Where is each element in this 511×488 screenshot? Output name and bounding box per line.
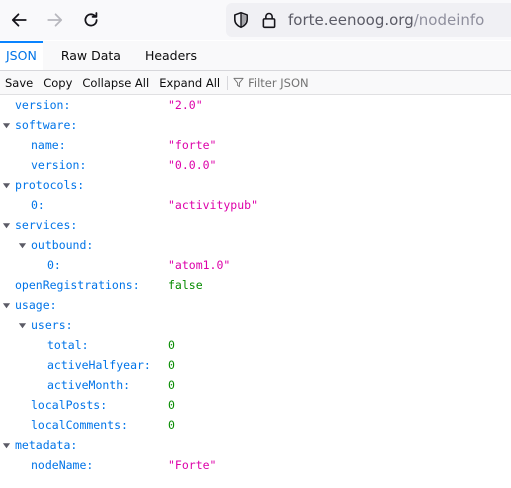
json-value: "0.0.0" [168,158,217,172]
json-key: version: [15,98,71,112]
expand-toggle[interactable] [0,175,12,195]
tree-row[interactable]: localPosts: 0 [0,395,511,415]
chevron-down-icon [2,442,10,448]
forward-button[interactable] [39,4,71,36]
expand-toggle[interactable] [0,215,12,235]
expand-toggle[interactable] [16,315,28,335]
tree-row[interactable]: localComments: 0 [0,415,511,435]
reload-icon [84,12,98,27]
json-value: "atom1.0" [168,258,231,272]
chevron-down-icon [18,242,26,248]
tree-row[interactable]: nodeName: "Forte" [0,455,511,475]
filter-icon [233,77,244,88]
json-key: metadata: [15,438,78,452]
tab-raw-data[interactable]: Raw Data [55,41,127,70]
chevron-down-icon [2,222,10,228]
tree-row-expandable[interactable]: metadata: [0,435,511,455]
json-key: total: [47,338,89,352]
tracking-protection-shield-icon[interactable] [232,11,250,29]
collapse-all-button[interactable]: Collapse All [77,76,154,90]
tree-row-expandable[interactable]: software: [0,115,511,135]
tree-row[interactable]: openRegistrations: false [0,275,511,295]
json-key: usage: [15,298,57,312]
json-value: 0 [168,398,175,412]
tab-json[interactable]: JSON [0,41,43,70]
tree-row[interactable]: version: "0.0.0" [0,155,511,175]
json-value: "2.0" [168,98,203,112]
browser-navbar: forte.eenoog.org/nodeinfo [0,0,511,40]
json-key: localComments: [31,418,128,432]
back-button[interactable] [3,4,35,36]
json-value: "activitypub" [168,198,259,212]
tree-row-expandable[interactable]: outbound: [0,235,511,255]
back-arrow-icon [11,13,27,27]
json-key: outbound: [31,238,94,252]
expand-toggle[interactable] [0,295,12,315]
json-key: services: [15,218,78,232]
json-key: protocols: [15,178,85,192]
json-value: "forte" [168,138,217,152]
tree-row[interactable]: name: "forte" [0,135,511,155]
json-key: nodeName: [31,458,94,472]
url-bar[interactable]: forte.eenoog.org/nodeinfo [226,3,511,37]
save-button[interactable]: Save [0,76,38,90]
tree-row-expandable[interactable]: users: [0,315,511,335]
json-value: 0 [168,358,175,372]
json-key: software: [15,118,78,132]
json-tree: version: "2.0" software: name: "forte" versio… [0,95,511,475]
tree-row[interactable]: version: "2.0" [0,95,511,115]
forward-arrow-icon [47,13,63,27]
chevron-down-icon [2,302,10,308]
toolbar-divider [227,75,229,90]
json-key: name: [31,138,66,152]
json-toolbar: Save Copy Collapse All Expand All Filter… [0,71,511,95]
expand-toggle[interactable] [0,435,12,455]
url-path: /nodeinfo [413,11,485,29]
json-key: localPosts: [31,398,108,412]
url-host: forte.eenoog.org [288,11,414,29]
filter-json-input[interactable]: Filter JSON [233,75,309,90]
tree-row-expandable[interactable]: protocols: [0,175,511,195]
json-key: openRegistrations: [15,278,140,292]
copy-button[interactable]: Copy [38,76,77,90]
tree-row[interactable]: activeHalfyear: 0 [0,355,511,375]
tree-row-expandable[interactable]: usage: [0,295,511,315]
tree-row-expandable[interactable]: services: [0,215,511,235]
json-key: activeMonth: [47,378,131,392]
json-viewer-tabs: JSON Raw Data Headers [0,41,511,71]
lock-icon[interactable] [260,11,278,29]
url-text[interactable]: forte.eenoog.org/nodeinfo [288,11,484,29]
json-key: 0: [47,258,61,272]
reload-button[interactable] [75,4,107,36]
tab-headers[interactable]: Headers [139,41,203,70]
chevron-down-icon [18,322,26,328]
expand-toggle[interactable] [0,115,12,135]
tree-row[interactable]: total: 0 [0,335,511,355]
chevron-down-icon [2,122,10,128]
json-key: 0: [31,198,45,212]
json-value: 0 [168,338,175,352]
json-value: "Forte" [168,458,217,472]
json-value: false [168,278,203,292]
json-key: version: [31,158,87,172]
tree-row[interactable]: 0: "atom1.0" [0,255,511,275]
expand-all-button[interactable]: Expand All [154,76,225,90]
filter-placeholder: Filter JSON [248,75,309,90]
json-value: 0 [168,378,175,392]
tree-row[interactable]: 0: "activitypub" [0,195,511,215]
json-key: activeHalfyear: [47,358,151,372]
expand-toggle[interactable] [16,235,28,255]
chevron-down-icon [2,182,10,188]
json-value: 0 [168,418,175,432]
tree-row[interactable]: activeMonth: 0 [0,375,511,395]
json-key: users: [31,318,73,332]
